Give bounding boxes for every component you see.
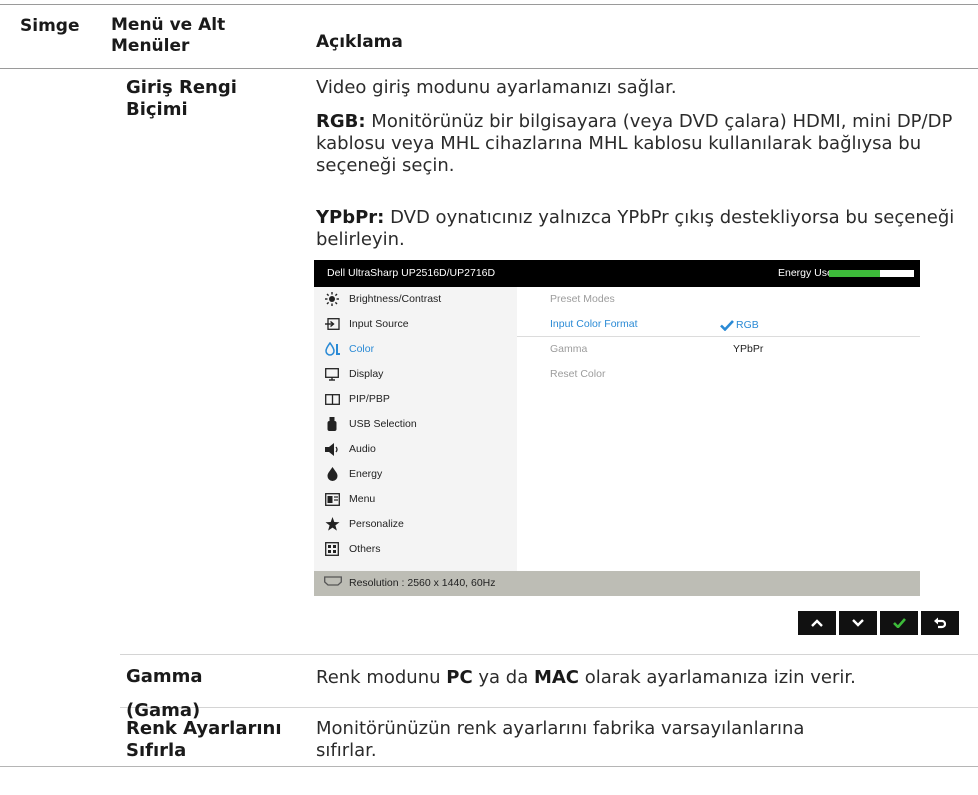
osd-submenu-reset-color[interactable]: Reset Color bbox=[517, 362, 920, 387]
table-bottom-rule bbox=[0, 766, 978, 767]
osd-menu-display[interactable]: Display bbox=[314, 362, 517, 387]
down-arrow-icon bbox=[852, 619, 864, 627]
osd-screenshot: Dell UltraSharp UP2516D/UP2716D Energy U… bbox=[314, 260, 920, 596]
rgb-description: Monitörünüz bir bilgisayara (veya DVD ça… bbox=[316, 111, 953, 176]
energy-use-bar bbox=[829, 270, 914, 277]
row-input-color-format-ypbpr: YPbPr: DVD oynatıcınız yalnızca YPbPr çı… bbox=[316, 207, 956, 251]
usb-icon bbox=[324, 417, 340, 431]
gamma-desc-pre: Renk modunu bbox=[316, 667, 447, 688]
ypbpr-term: YPbPr: bbox=[316, 207, 385, 228]
up-arrow-icon bbox=[811, 619, 823, 627]
osd-menu-label: Display bbox=[349, 368, 384, 380]
osd-submenu-label: Input Color Format bbox=[550, 318, 638, 330]
osd-submenu-label: Gamma bbox=[550, 343, 588, 355]
osd-status-bar: Resolution : 2560 x 1440, 60Hz bbox=[314, 571, 920, 596]
gamma-desc-mid: ya da bbox=[472, 667, 534, 688]
down-button[interactable] bbox=[839, 611, 877, 635]
display-icon bbox=[324, 367, 340, 381]
osd-menu-label: Color bbox=[349, 343, 375, 355]
osd-menu-menu[interactable]: Menu bbox=[314, 487, 517, 512]
brightness-icon bbox=[324, 292, 340, 306]
audio-icon bbox=[324, 442, 340, 456]
osd-submenu-label: Reset Color bbox=[550, 368, 606, 380]
back-icon bbox=[934, 617, 946, 629]
pip-icon bbox=[324, 392, 340, 406]
row-gamma-description: Renk modunu PC ya da MAC olarak ayarlama… bbox=[316, 667, 976, 689]
star-icon bbox=[324, 517, 340, 531]
osd-menu-label: Menu bbox=[349, 493, 376, 505]
table-top-rule bbox=[0, 4, 978, 5]
osd-main-menu: Brightness/Contrast Input Source Color D… bbox=[314, 287, 517, 571]
osd-model-name: Dell UltraSharp UP2516D/UP2716D bbox=[327, 267, 496, 279]
hdmi-port-icon bbox=[324, 576, 342, 590]
row-reset-color-title: Renk Ayarlarını Sıfırla bbox=[126, 718, 282, 761]
osd-menu-label: Others bbox=[349, 543, 381, 555]
selected-check-icon bbox=[720, 320, 734, 331]
osd-menu-energy[interactable]: Energy bbox=[314, 462, 517, 487]
row-input-color-format-title: Giriş Rengi Biçimi bbox=[126, 77, 237, 120]
back-button[interactable] bbox=[921, 611, 959, 635]
color-icon bbox=[324, 342, 340, 356]
row-reset-color-description: Monitörünüzün renk ayarlarını fabrika va… bbox=[316, 718, 805, 761]
menu-icon bbox=[324, 492, 340, 506]
osd-menu-personalize[interactable]: Personalize bbox=[314, 512, 517, 537]
osd-menu-others[interactable]: Others bbox=[314, 537, 517, 562]
header-icon-column: Simge bbox=[20, 16, 80, 36]
confirm-button[interactable] bbox=[880, 611, 918, 635]
osd-option-rgb[interactable]: RGB bbox=[736, 319, 759, 331]
header-description-column: Açıklama bbox=[316, 32, 403, 52]
osd-title-bar: Dell UltraSharp UP2516D/UP2716D Energy U… bbox=[314, 260, 920, 287]
osd-color-submenu: Preset Modes Input Color Format Gamma Re… bbox=[517, 287, 920, 571]
osd-submenu-input-color-format[interactable]: Input Color Format bbox=[517, 312, 920, 337]
osd-menu-label: Audio bbox=[349, 443, 376, 455]
osd-option-ypbpr[interactable]: YPbPr bbox=[733, 343, 763, 355]
osd-menu-label: Brightness/Contrast bbox=[349, 293, 442, 305]
osd-menu-input-source[interactable]: Input Source bbox=[314, 312, 517, 337]
energy-icon bbox=[324, 467, 340, 481]
osd-submenu-gamma[interactable]: Gamma bbox=[517, 337, 920, 362]
osd-menu-audio[interactable]: Audio bbox=[314, 437, 517, 462]
row-1-bottom-rule bbox=[120, 654, 978, 655]
energy-use-fill bbox=[829, 270, 880, 277]
row-input-color-format-rgb: RGB: Monitörünüz bir bilgisayara (veya D… bbox=[316, 111, 956, 177]
osd-menu-pip-pbp[interactable]: PIP/PBP bbox=[314, 387, 517, 412]
input-source-icon bbox=[324, 317, 340, 331]
osd-submenu-preset-modes[interactable]: Preset Modes bbox=[517, 287, 920, 312]
up-button[interactable] bbox=[798, 611, 836, 635]
osd-navigation-buttons bbox=[798, 611, 959, 635]
row-gamma-title-line1: Gamma bbox=[126, 666, 203, 687]
ypbpr-description: DVD oynatıcınız yalnızca YPbPr çıkış des… bbox=[316, 207, 955, 250]
osd-submenu-label: Preset Modes bbox=[550, 293, 615, 305]
osd-menu-usb-selection[interactable]: USB Selection bbox=[314, 412, 517, 437]
row-input-color-format-intro: Video giriş modunu ayarlamanızı sağlar. bbox=[316, 77, 677, 98]
others-icon bbox=[324, 542, 340, 556]
gamma-mac-term: MAC bbox=[533, 667, 580, 688]
osd-menu-brightness-contrast[interactable]: Brightness/Contrast bbox=[314, 287, 517, 312]
osd-menu-label: Personalize bbox=[349, 518, 404, 530]
gamma-pc-term: PC bbox=[446, 667, 473, 688]
row-2-bottom-rule bbox=[120, 707, 978, 708]
osd-menu-label: USB Selection bbox=[349, 418, 417, 430]
osd-menu-color[interactable]: Color bbox=[314, 337, 517, 362]
osd-menu-label: PIP/PBP bbox=[349, 393, 390, 405]
check-icon bbox=[892, 618, 906, 628]
osd-energy-label: Energy Use bbox=[778, 267, 833, 279]
osd-menu-label: Energy bbox=[349, 468, 383, 480]
osd-menu-label: Input Source bbox=[349, 318, 409, 330]
header-menu-column: Menü ve Alt Menüler bbox=[111, 15, 226, 56]
rgb-term: RGB: bbox=[316, 111, 366, 132]
osd-resolution-text: Resolution : 2560 x 1440, 60Hz bbox=[349, 577, 496, 589]
gamma-desc-post: olarak ayarlamanıza izin verir. bbox=[579, 667, 856, 688]
header-bottom-rule bbox=[0, 68, 978, 69]
